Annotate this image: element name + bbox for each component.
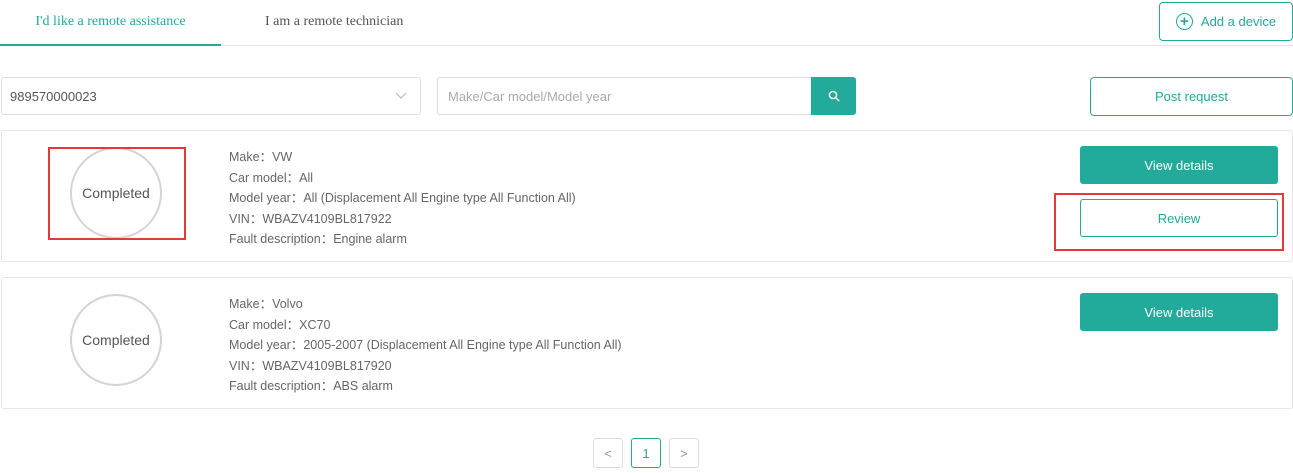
vin-text: VIN：WBAZV4109BL817922 <box>229 211 392 226</box>
vin-text: VIN：WBAZV4109BL817920 <box>229 358 392 373</box>
request-card: Completed Make：Volvo Car model：XC70 Mode… <box>1 277 1293 409</box>
fault-description-text: Fault description：ABS alarm <box>229 379 393 393</box>
plus-circle-icon: + <box>1175 13 1193 30</box>
device-select-value: 989570000023 <box>10 88 97 104</box>
tab-remote-technician[interactable]: I am a remote technician <box>265 0 403 46</box>
fault-description-text: Fault description：Engine alarm <box>229 232 407 246</box>
search-button[interactable] <box>811 77 856 115</box>
pagination-prev-button[interactable]: < <box>593 438 623 468</box>
request-info: Make：Volvo Car model：XC70 Model year：200… <box>229 294 622 397</box>
status-badge: Completed <box>70 147 162 239</box>
tab-remote-assistance[interactable]: I'd like a remote assistance <box>0 0 221 46</box>
pagination-next-button[interactable]: > <box>669 438 699 468</box>
view-details-button[interactable]: View details <box>1080 293 1278 331</box>
status-badge: Completed <box>70 294 162 386</box>
model-year-text: Model year：2005-2007 (Displacement All E… <box>229 338 622 352</box>
post-request-button[interactable]: Post request <box>1090 77 1293 116</box>
request-info: Make：VW Car model：All Model year：All (Di… <box>229 147 576 250</box>
request-card: Completed Make：VW Car model：All Model ye… <box>1 130 1293 262</box>
tab-bar: I'd like a remote assistance I am a remo… <box>0 0 1293 46</box>
chevron-down-icon <box>395 92 407 99</box>
model-year-text: Model year：All (Displacement All Engine … <box>229 191 576 205</box>
make-text: Make：Volvo <box>229 297 303 311</box>
car-model-text: Car model：XC70 <box>229 317 331 332</box>
make-text: Make：VW <box>229 150 293 164</box>
search-input[interactable] <box>437 77 812 115</box>
car-model-text: Car model：All <box>229 170 314 185</box>
pagination-page-button[interactable]: 1 <box>631 438 661 468</box>
review-button[interactable]: Review <box>1080 199 1278 237</box>
add-device-label: Add a device <box>1200 14 1277 29</box>
device-select[interactable]: 989570000023 <box>1 77 421 115</box>
search-icon <box>828 90 840 102</box>
view-details-button[interactable]: View details <box>1080 146 1278 184</box>
add-device-button[interactable]: + Add a device <box>1159 2 1293 41</box>
